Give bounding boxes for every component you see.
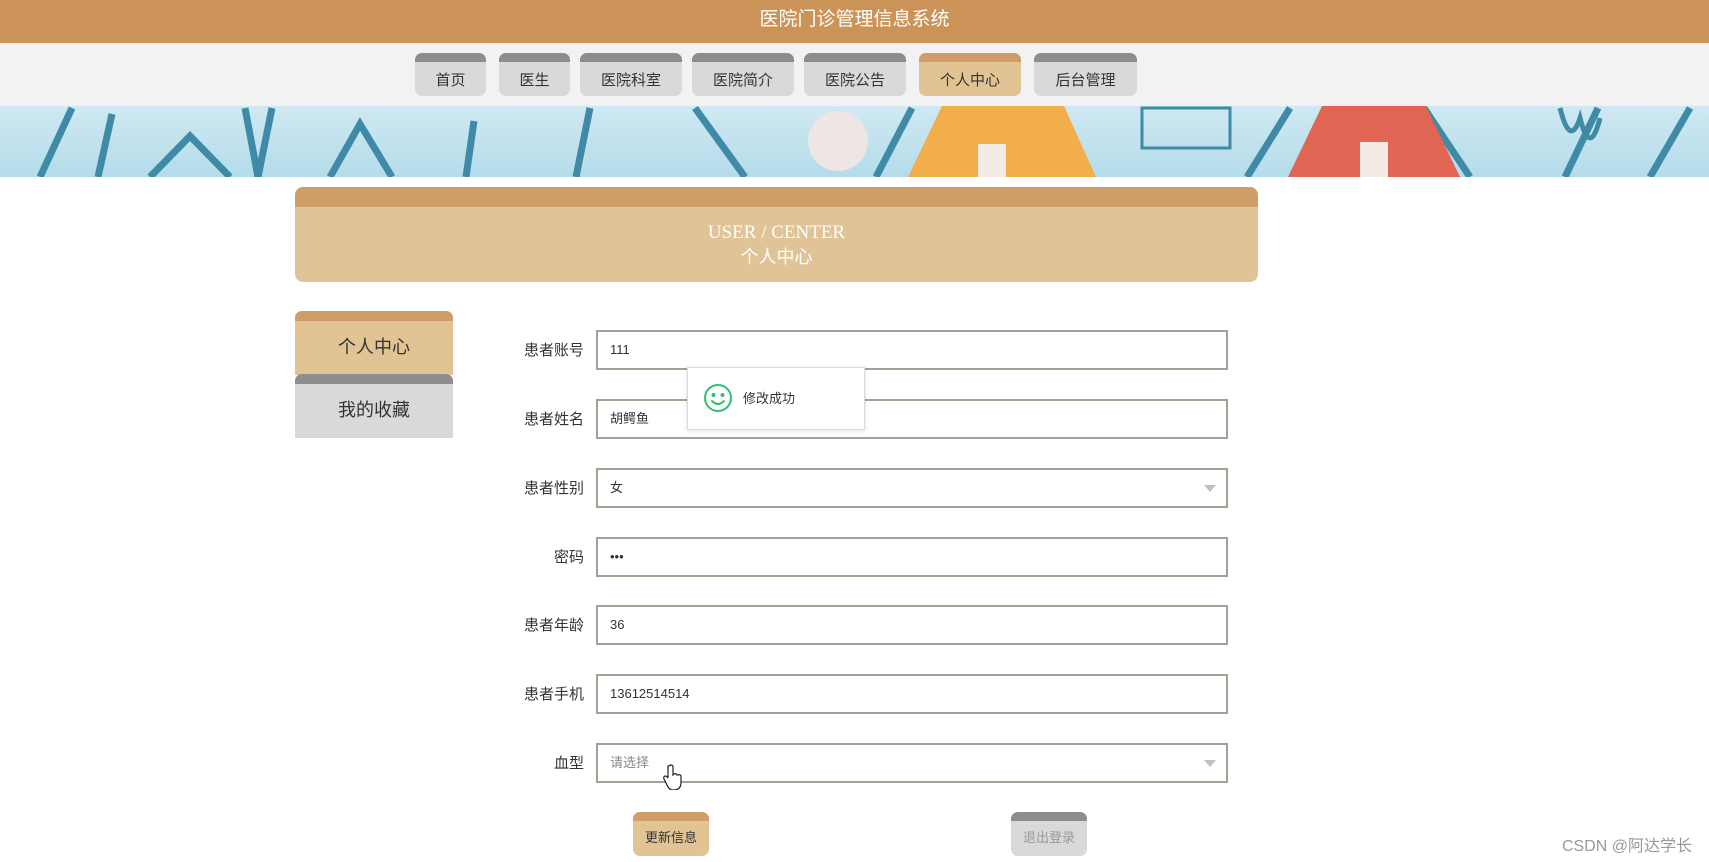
chevron-down-icon [1204,760,1216,767]
nav-item-label: 首页 [435,71,466,89]
site-title: 医院门诊管理信息系统 [759,8,950,30]
nav-item-announcements[interactable]: 医院公告 [804,53,906,96]
form-row-phone: 患者手机 13612514514 [480,674,1228,714]
password-input[interactable]: ••• [596,537,1228,577]
nav-item-doctors[interactable]: 医生 [499,53,570,96]
nav-item-user-center[interactable]: 个人中心 [919,53,1021,96]
form-row-gender: 患者性别 女 [480,468,1228,508]
watermark: CSDN @阿达学长 [1561,838,1692,855]
age-label: 患者年龄 [523,616,584,634]
nav-item-label: 医院公告 [824,71,885,89]
hand-cursor-icon [663,764,682,790]
logout-button[interactable]: 退出登录 [1011,812,1087,856]
blood-type-select[interactable]: 请选择 [596,743,1228,783]
chevron-down-icon [1204,485,1216,492]
password-label: 密码 [553,548,584,566]
form-row-age: 患者年龄 36 [480,605,1228,645]
form-row-password: 密码 ••• [480,537,1228,577]
gender-select-value: 女 [610,480,624,495]
page-title-cn: 个人中心 [740,247,813,268]
page-header: USER / CENTER 个人中心 [295,187,1258,282]
top-header: 医院门诊管理信息系统 [0,0,1709,43]
page-title-en: USER / CENTER [707,222,846,243]
nav-item-departments[interactable]: 医院科室 [580,53,682,96]
account-label: 患者账号 [523,341,584,359]
blood-type-placeholder: 请选择 [610,755,650,770]
success-toast: 修改成功 [687,367,865,430]
smiley-icon [704,384,732,412]
gender-label: 患者性别 [523,479,584,497]
sidebar-item-favorites[interactable]: 我的收藏 [295,374,453,438]
gender-select[interactable]: 女 [596,468,1228,508]
nav-item-label: 个人中心 [939,71,1000,89]
nav-item-label: 医生 [519,71,550,89]
blood-type-label: 血型 [553,754,584,772]
medical-banner [0,106,1709,177]
phone-label: 患者手机 [523,685,584,703]
nav-item-label: 医院简介 [712,71,773,89]
nav-item-home[interactable]: 首页 [415,53,486,96]
nav-item-intro[interactable]: 医院简介 [692,53,794,96]
update-info-button[interactable]: 更新信息 [633,812,709,856]
nav-item-label: 医院科室 [600,71,661,89]
form-row-account: 患者账号 111 [480,330,1228,370]
nav-item-label: 后台管理 [1055,71,1116,89]
update-info-label: 更新信息 [644,831,697,846]
age-input[interactable]: 36 [596,605,1228,645]
name-label: 患者姓名 [523,410,584,428]
main-nav: 首页 医生 医院科室 医院简介 医院公告 个人中心 后台管理 [0,43,1709,106]
logout-label: 退出登录 [1022,831,1075,846]
sidebar-item-user-center[interactable]: 个人中心 [295,311,453,375]
phone-input[interactable]: 13612514514 [596,674,1228,714]
banner-illustration [36,106,1694,177]
form-row-blood-type: 血型 请选择 [480,743,1228,783]
sidebar-item-label: 个人中心 [338,337,410,358]
account-input[interactable]: 111 [596,330,1228,370]
toast-message: 修改成功 [743,392,796,407]
sidebar-item-label: 我的收藏 [338,400,410,421]
nav-item-admin[interactable]: 后台管理 [1034,53,1137,96]
